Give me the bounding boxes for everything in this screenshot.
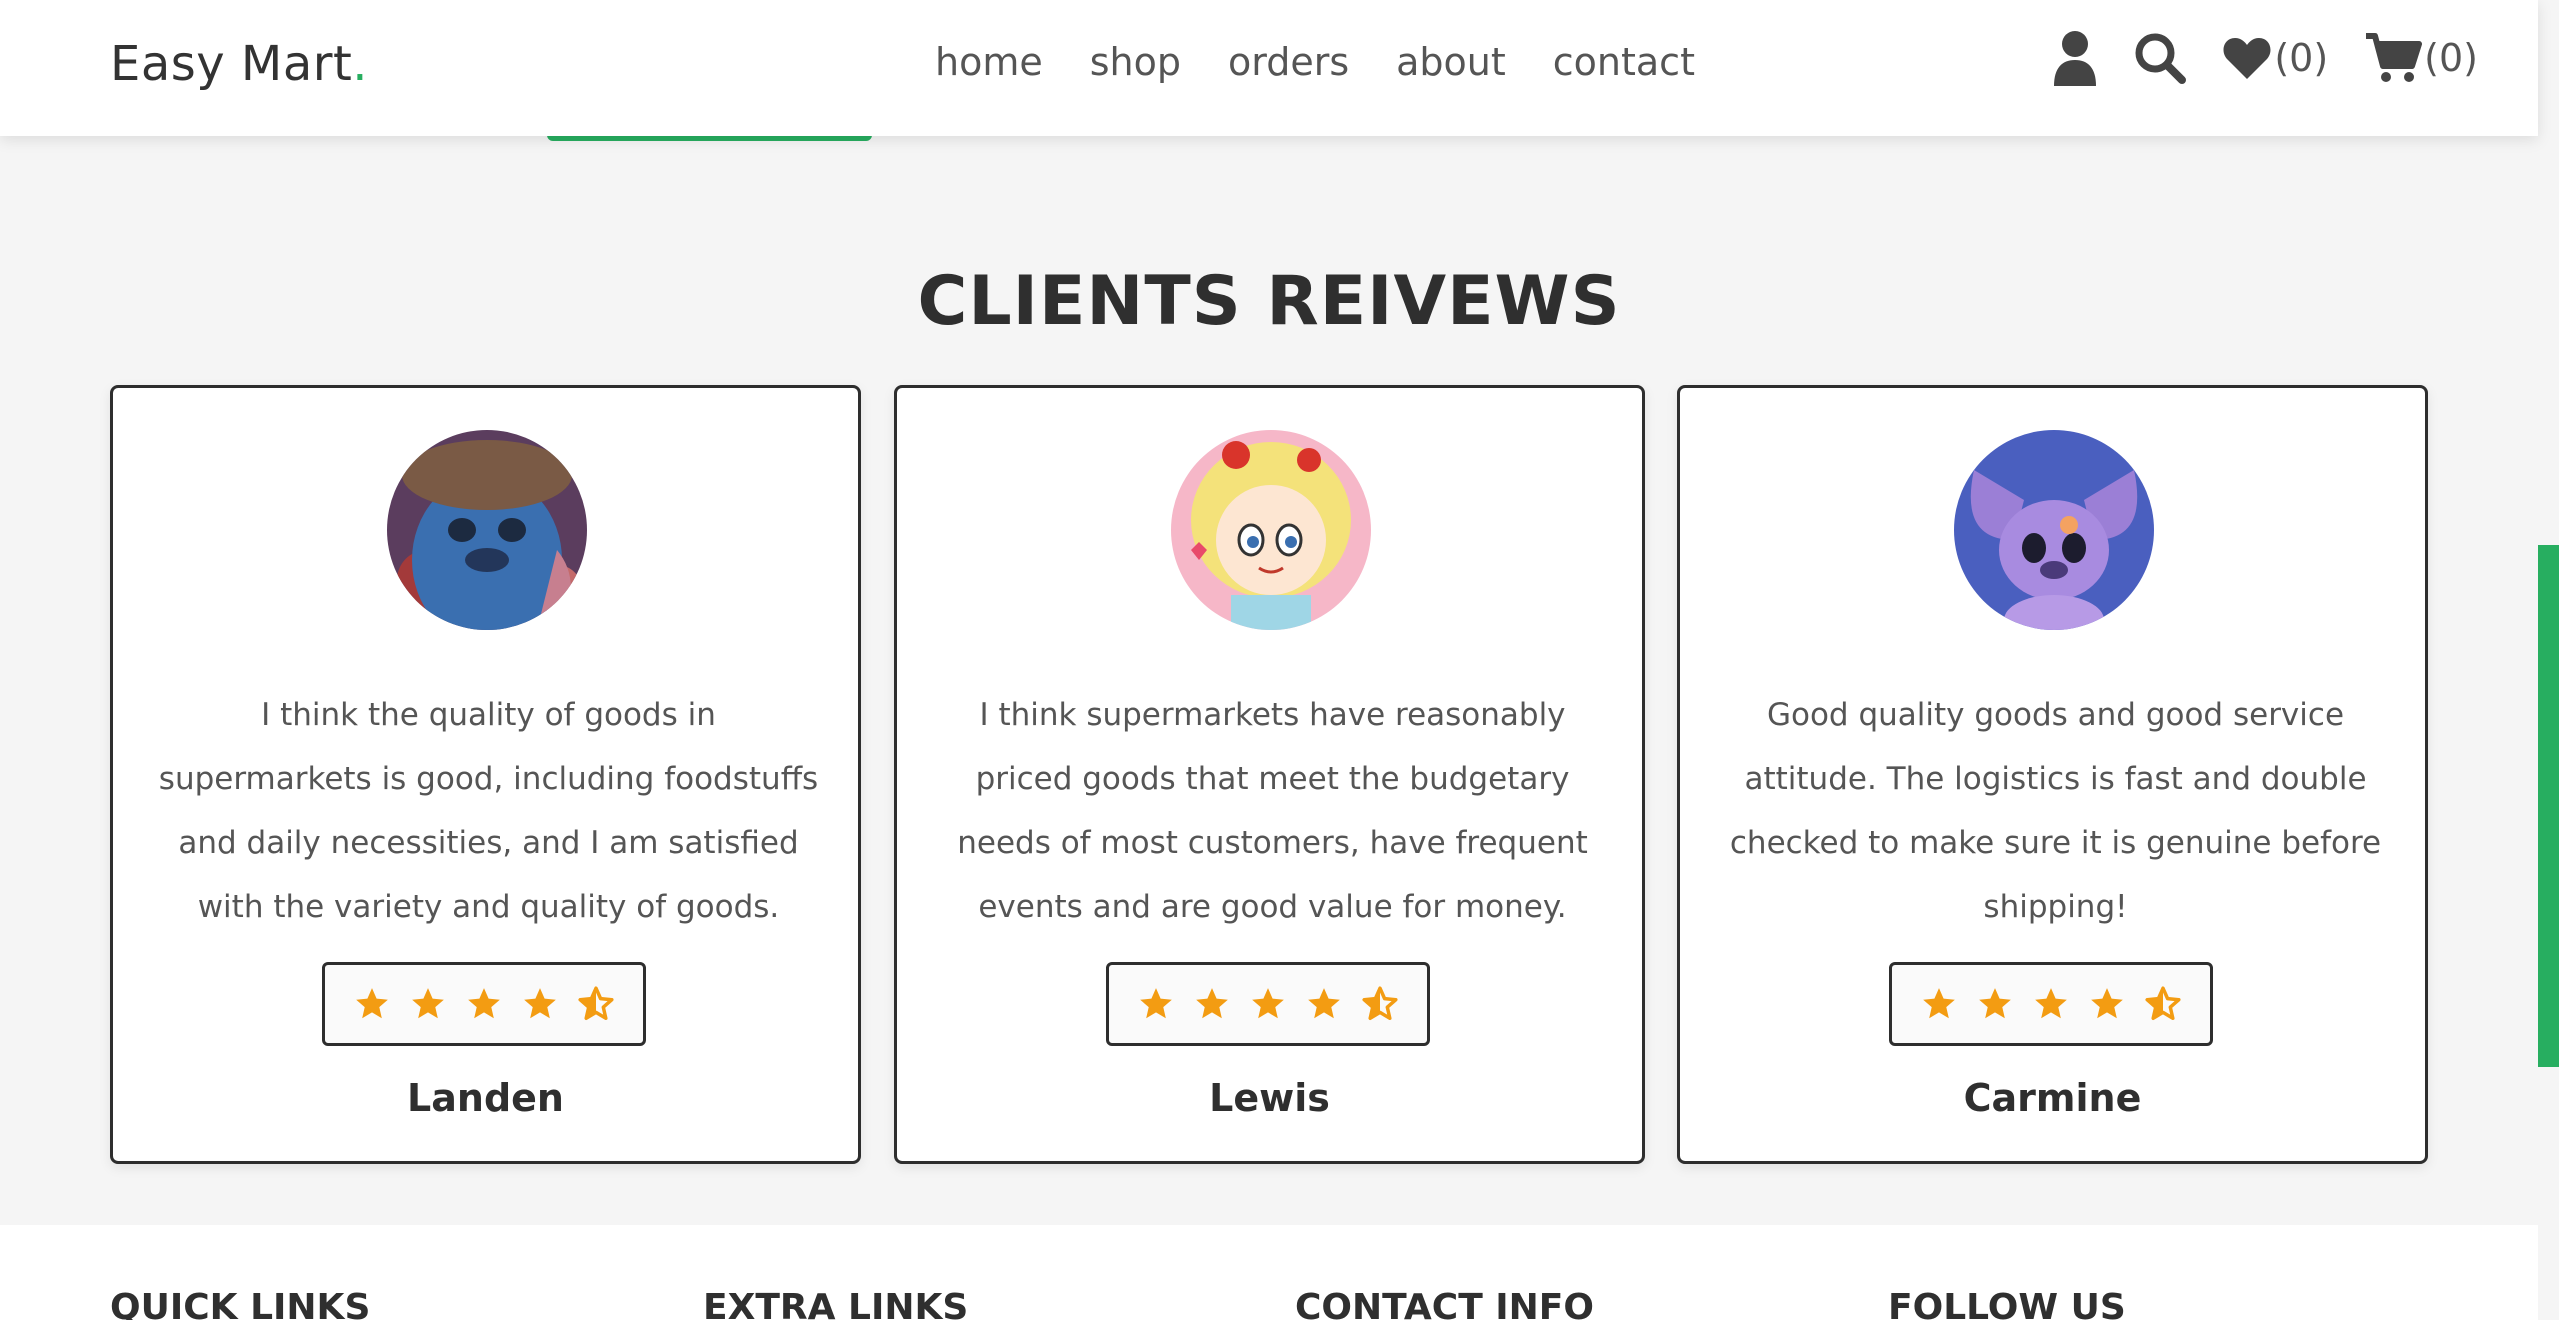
reviewer-name: Lewis — [1209, 1076, 1330, 1120]
heart-icon — [2222, 35, 2272, 81]
reviewer-name: Landen — [407, 1076, 564, 1120]
star-icon — [2088, 985, 2126, 1023]
search-button[interactable] — [2134, 32, 2187, 84]
wishlist-count: (0) — [2274, 36, 2329, 80]
star-icon — [2032, 985, 2070, 1023]
scrollbar-thumb[interactable] — [2538, 545, 2559, 1067]
search-icon — [2134, 32, 2187, 84]
wishlist-button[interactable]: (0) — [2222, 35, 2328, 81]
section-title: CLIENTS REIVEWS — [917, 262, 1621, 341]
star-half-icon — [577, 985, 615, 1023]
avatar — [1171, 430, 1371, 630]
site-header: Easy Mart. home shop orders about contac… — [0, 0, 2538, 136]
star-icon — [521, 985, 559, 1023]
review-text: I think supermarkets have reasonably pri… — [957, 697, 1588, 925]
logo[interactable]: Easy Mart. — [110, 36, 368, 92]
nav-contact[interactable]: contact — [1553, 40, 1695, 84]
logo-text: Easy Mart — [110, 36, 353, 92]
star-icon — [409, 985, 447, 1023]
star-icon — [1305, 985, 1343, 1023]
header-icons: (0) (0) — [2016, 30, 2478, 86]
footer-heading-follow-us: FOLLOW US — [1888, 1287, 2126, 1320]
star-icon — [1976, 985, 2014, 1023]
nav-orders[interactable]: orders — [1228, 40, 1349, 84]
rating-stars — [1106, 962, 1430, 1046]
avatar — [1954, 430, 2154, 630]
review-text: Good quality goods and good service atti… — [1729, 697, 2382, 925]
star-icon — [353, 985, 391, 1023]
star-icon — [465, 985, 503, 1023]
star-icon — [1193, 985, 1231, 1023]
star-icon — [1137, 985, 1175, 1023]
footer-heading-contact-info: CONTACT INFO — [1295, 1287, 1595, 1320]
scrollbar-track[interactable] — [2538, 0, 2559, 1320]
star-half-icon — [2144, 985, 2182, 1023]
review-text: I think the quality of goods in supermar… — [158, 697, 819, 925]
user-icon — [2052, 30, 2098, 86]
nav-about[interactable]: about — [1396, 40, 1506, 84]
star-icon — [1920, 985, 1958, 1023]
rating-stars — [1889, 962, 2213, 1046]
footer-heading-extra-links: EXTRA LINKS — [703, 1287, 969, 1320]
footer-heading-quick-links: QUICK LINKS — [110, 1287, 371, 1320]
review-card: Good quality goods and good service atti… — [1677, 385, 2428, 1164]
nav-shop[interactable]: shop — [1090, 40, 1181, 84]
star-icon — [1249, 985, 1287, 1023]
logo-dot: . — [352, 36, 369, 92]
review-card: I think supermarkets have reasonably pri… — [894, 385, 1645, 1164]
review-card: I think the quality of goods in supermar… — [110, 385, 861, 1164]
star-half-icon — [1361, 985, 1399, 1023]
cart-button[interactable]: (0) — [2364, 32, 2478, 84]
cart-icon — [2364, 32, 2423, 84]
reviewer-name: Carmine — [1963, 1076, 2142, 1120]
avatar — [387, 430, 587, 630]
nav-home[interactable]: home — [935, 40, 1043, 84]
main-nav: home shop orders about contact — [935, 40, 1742, 84]
rating-stars — [322, 962, 646, 1046]
user-button[interactable] — [2052, 30, 2098, 86]
cart-count: (0) — [2424, 36, 2478, 80]
site-footer: QUICK LINKS EXTRA LINKS CONTACT INFO FOL… — [0, 1225, 2538, 1320]
